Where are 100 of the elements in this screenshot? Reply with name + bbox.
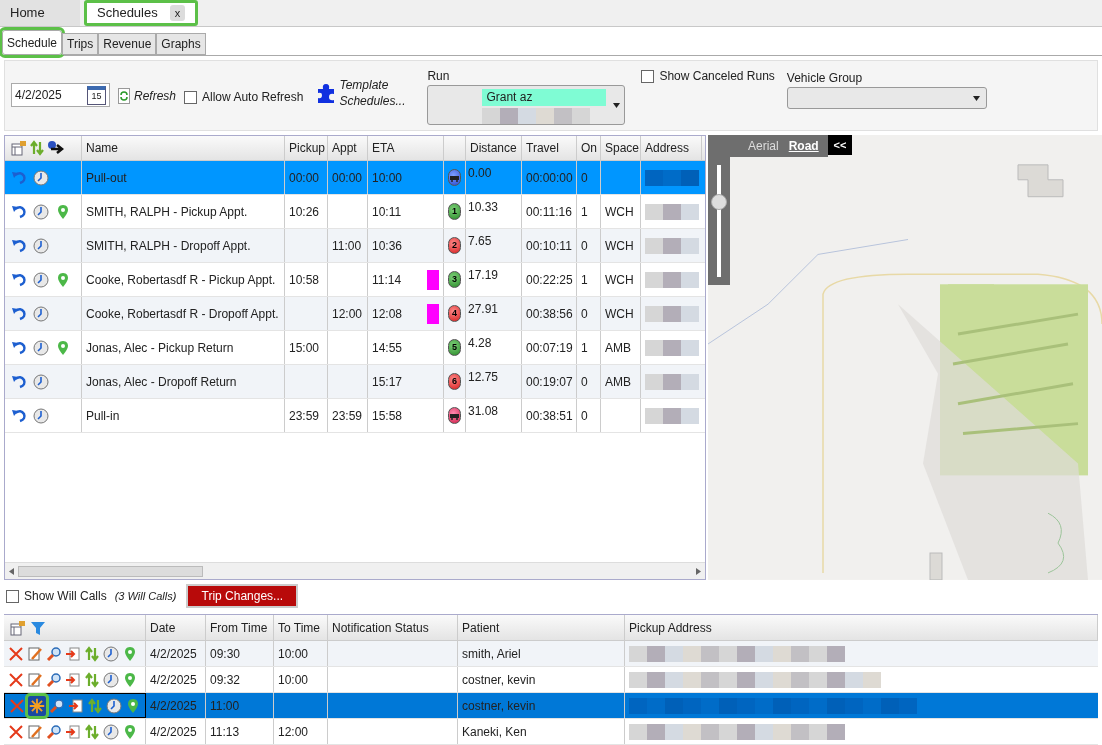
table-cell: Jonas, Alec - Dropoff Return	[82, 365, 285, 399]
vehicle-group-dropdown[interactable]	[786, 87, 987, 109]
zoom-slider[interactable]	[708, 157, 730, 286]
document-arrow-icon[interactable]	[65, 671, 81, 688]
undo-icon[interactable]	[11, 373, 27, 390]
column-header[interactable]: Pickup	[285, 136, 328, 161]
map-pin-icon[interactable]	[122, 645, 138, 662]
clock-icon[interactable]	[33, 373, 49, 390]
edit-icon[interactable]	[27, 645, 43, 662]
column-header[interactable]: Pickup Address	[625, 615, 1098, 640]
clock-icon[interactable]	[33, 203, 49, 220]
column-header[interactable]: To Time	[274, 615, 328, 640]
magnifier-icon[interactable]	[49, 697, 65, 714]
delete-icon[interactable]	[8, 671, 24, 688]
trip-changes-button[interactable]: Trip Changes...	[186, 584, 299, 609]
table-row[interactable]: Pull-in 23:59 23:59 15:58 31.08 00:38:51 0	[5, 399, 705, 434]
checkbox[interactable]	[6, 589, 19, 603]
clock-icon[interactable]	[106, 697, 122, 714]
template-schedules-button[interactable]: Template Schedules...	[339, 77, 404, 109]
column-header[interactable]: Distance	[466, 136, 522, 161]
tab[interactable]: Trips	[62, 33, 99, 55]
table-row[interactable]: Jonas, Alec - Pickup Return 15:00 14:55 5 4.28 00:07:19 1 AMB	[5, 331, 705, 366]
tab[interactable]: Schedules x	[84, 0, 199, 26]
clock-icon[interactable]	[33, 407, 49, 424]
edit-icon[interactable]	[27, 671, 43, 688]
table-row[interactable]: Cooke, Robertasdf R - Dropoff Appt. 12:00 12:08 4 27.91 00:38:56 0 WCH	[5, 297, 705, 332]
column-header[interactable]: Address	[641, 136, 702, 161]
column-header[interactable]: Name	[82, 136, 285, 161]
clock-icon[interactable]	[103, 671, 119, 688]
column-header[interactable]: ETA	[368, 136, 444, 161]
checkbox[interactable]	[184, 90, 198, 104]
undo-icon[interactable]	[11, 339, 27, 356]
column-header[interactable]: Notification Status	[328, 615, 458, 640]
calendar-icon[interactable]: 15	[87, 85, 106, 105]
column-header[interactable]: Date	[146, 615, 206, 640]
magnifier-icon[interactable]	[46, 671, 62, 688]
document-arrow-icon[interactable]	[65, 723, 81, 740]
document-arrow-icon[interactable]	[65, 645, 81, 662]
column-header[interactable]: From Time	[206, 615, 274, 640]
horizontal-scrollbar[interactable]	[5, 562, 705, 580]
column-header[interactable]: Travel	[522, 136, 577, 161]
table-row[interactable]: SMITH, RALPH - Dropoff Appt. 11:00 10:36 2 7.65 00:10:11 0 WCH	[5, 229, 705, 264]
delete-icon[interactable]	[8, 645, 24, 662]
map-pin-icon[interactable]	[55, 203, 71, 220]
magnifier-icon[interactable]	[46, 723, 62, 740]
table-row[interactable]: 4/2/2025 09:30 10:00 smith, Ariel	[4, 641, 1098, 667]
clock-icon[interactable]	[103, 645, 119, 662]
column-header[interactable]: Appt	[328, 136, 368, 161]
map-pin-icon[interactable]	[122, 671, 138, 688]
table-row[interactable]: 4/2/2025 11:00 costner, kevin	[4, 693, 1098, 719]
close-button[interactable]: x	[169, 4, 186, 22]
clock-icon[interactable]	[33, 271, 49, 288]
checkbox[interactable]	[641, 69, 655, 83]
clock-icon[interactable]	[33, 339, 49, 356]
map-pin-icon[interactable]	[55, 271, 71, 288]
undo-icon[interactable]	[11, 407, 27, 424]
tab[interactable]: Schedule	[2, 30, 63, 55]
clock-icon[interactable]	[33, 169, 49, 186]
collapse-button[interactable]: <<	[828, 135, 852, 156]
table-row[interactable]: 4/2/2025 09:32 10:00 costner, kevin	[4, 667, 1098, 693]
up-down-arrows-icon[interactable]	[84, 723, 100, 740]
undo-icon[interactable]	[11, 305, 27, 322]
redacted-text	[645, 237, 699, 254]
table-row[interactable]: SMITH, RALPH - Pickup Appt. 10:26 10:11 1 10.33 00:11:16 1 WCH	[5, 195, 705, 230]
run-dropdown[interactable]: Grant az	[427, 85, 626, 125]
tab[interactable]: Graphs	[156, 33, 206, 55]
document-arrow-icon[interactable]	[68, 697, 84, 714]
table-cell: 0	[577, 229, 601, 263]
refresh-button[interactable]: Refresh	[134, 87, 177, 105]
date-field[interactable]: 4/2/2025 15	[11, 83, 110, 107]
map-pin-icon[interactable]	[55, 339, 71, 356]
edit-icon[interactable]	[27, 723, 43, 740]
table-row[interactable]: Pull-out 00:00 00:00 10:00 0.00 00:00:00 0	[5, 161, 705, 196]
map[interactable]: Aerial Road <<	[708, 135, 1102, 581]
delete-icon[interactable]	[8, 723, 24, 740]
column-settings-icon[interactable]	[10, 619, 26, 636]
column-header[interactable]: On	[577, 136, 601, 161]
up-down-arrows-icon[interactable]	[84, 671, 100, 688]
clock-icon[interactable]	[33, 237, 49, 254]
clock-icon[interactable]	[103, 723, 119, 740]
map-pin-icon[interactable]	[125, 697, 141, 714]
tab[interactable]: Home	[0, 0, 80, 26]
magnifier-icon[interactable]	[46, 645, 62, 662]
column-header[interactable]: Space	[601, 136, 641, 161]
undo-icon[interactable]	[11, 237, 27, 254]
clock-icon[interactable]	[33, 305, 49, 322]
undo-icon[interactable]	[11, 203, 27, 220]
map-mode-button[interactable]: Road	[788, 137, 819, 156]
column-settings-icon[interactable]	[11, 140, 27, 157]
tab[interactable]: Revenue	[98, 33, 157, 55]
up-down-arrows-icon[interactable]	[84, 645, 100, 662]
column-header[interactable]: Patient	[458, 615, 625, 640]
table-cell: Cooke, Robertasdf R - Dropoff Appt.	[82, 297, 285, 331]
table-row[interactable]: Cooke, Robertasdf R - Pickup Appt. 10:58 11:14 3 17.19 00:22:25 1 WCH	[5, 263, 705, 298]
undo-icon[interactable]	[11, 271, 27, 288]
map-mode-button[interactable]: Aerial	[748, 137, 779, 156]
table-row[interactable]: 4/2/2025 11:13 12:00 Kaneki, Ken	[4, 719, 1098, 745]
table-row[interactable]: Jonas, Alec - Dropoff Return 15:17 6 12.75 00:19:07 0 AMB	[5, 365, 705, 400]
up-down-arrows-icon[interactable]	[29, 140, 45, 157]
map-pin-icon[interactable]	[122, 723, 138, 740]
